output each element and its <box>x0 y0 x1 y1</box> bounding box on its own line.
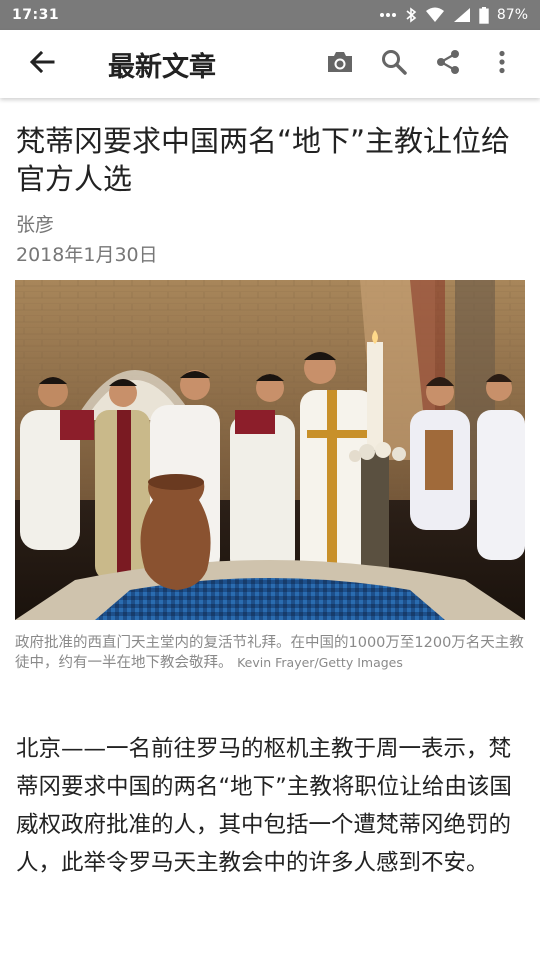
article-date: 2018年1月30日 <box>16 244 158 266</box>
bluetooth-icon <box>405 7 417 23</box>
battery-icon <box>479 6 489 24</box>
app-bar: 最新文章 <box>0 30 540 98</box>
status-time: 17:31 <box>12 7 60 23</box>
article-body: 北京——一名前往罗马的枢机主教于周一表示，梵蒂冈要求中国的两名“地下”主教将职位… <box>16 736 512 876</box>
camera-button[interactable] <box>320 44 360 84</box>
article-content[interactable]: 梵蒂冈要求中国两名“地下”主教让位给官方人选 张彦 2018年1月30日 政府批… <box>0 98 540 960</box>
app-title: 最新文章 <box>108 51 216 83</box>
share-icon <box>435 49 461 79</box>
status-bar: 17:31 87% <box>0 0 540 30</box>
more-dots-icon <box>379 12 397 18</box>
back-arrow-icon <box>29 50 55 77</box>
overflow-menu-button[interactable] <box>482 44 522 84</box>
article-author: 张彦 <box>16 214 55 236</box>
share-button[interactable] <box>428 44 468 84</box>
search-icon <box>381 49 407 79</box>
back-button[interactable] <box>22 44 62 84</box>
status-icons: 87% <box>379 6 528 24</box>
church-easter-service-image <box>15 280 525 620</box>
article-photo[interactable] <box>15 280 525 620</box>
article-title: 梵蒂冈要求中国两名“地下”主教让位给官方人选 <box>16 124 511 196</box>
photo-caption: 政府批准的西直门天主堂内的复活节礼拜。在中国的1000万至1200万名天主教徒中… <box>15 634 525 673</box>
signal-icon <box>453 7 471 23</box>
wifi-icon <box>425 7 445 23</box>
caption-credit: Kevin Frayer/Getty Images <box>237 655 403 670</box>
app-actions <box>306 44 522 84</box>
overflow-menu-icon <box>498 50 506 78</box>
battery-percent: 87% <box>496 7 528 23</box>
camera-icon <box>326 50 354 78</box>
search-button[interactable] <box>374 44 414 84</box>
